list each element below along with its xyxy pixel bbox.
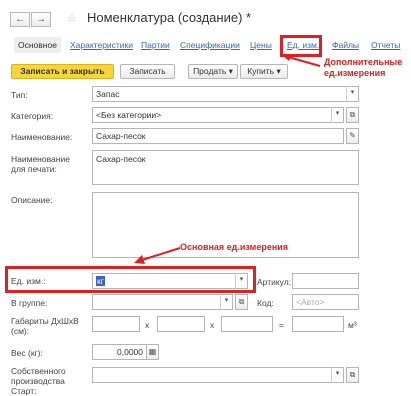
chevron-down-icon: ▾	[276, 66, 281, 76]
tab-prices[interactable]: Цены	[250, 40, 272, 50]
group-label: В группе:	[11, 298, 48, 308]
main-unit-note: Основная ед.измерения	[180, 242, 289, 252]
buy-label: Купить	[247, 66, 275, 76]
name-label: Наименование:	[11, 132, 73, 142]
eq-separator: =	[279, 320, 284, 330]
chevron-down-icon: ▾	[228, 66, 233, 76]
width-input[interactable]	[157, 316, 205, 332]
forward-button[interactable]: →	[31, 12, 51, 27]
sell-button[interactable]: Продать ▾	[188, 64, 238, 79]
open-icon[interactable]: ⧉	[346, 367, 359, 383]
tab-characteristics[interactable]: Характеристики	[70, 40, 133, 50]
volume-input[interactable]	[292, 316, 344, 332]
open-icon[interactable]: ⧉	[235, 294, 248, 310]
arrow-left-icon: ←	[15, 14, 25, 25]
tab-reports[interactable]: Отчеты	[371, 40, 400, 50]
star-icon[interactable]: ☆	[67, 12, 77, 25]
buy-button[interactable]: Купить ▾	[240, 64, 288, 79]
x-separator: х	[145, 320, 150, 330]
type-select[interactable]: Запас	[92, 86, 359, 102]
article-input[interactable]	[292, 273, 359, 289]
type-value: Запас	[96, 89, 120, 99]
article-label: Артикул:	[257, 277, 292, 287]
dims-label: Габариты ДхШхВ (см):	[11, 316, 79, 336]
save-close-button[interactable]: Записать и закрыть	[11, 64, 114, 79]
code-input[interactable]: <Авто>	[292, 294, 359, 310]
print-name-value: Сахар-песок	[96, 154, 146, 164]
chevron-down-icon[interactable]: ▾	[331, 107, 343, 123]
tab-batches[interactable]: Партии	[141, 40, 170, 50]
chevron-down-icon[interactable]: ▾	[220, 294, 232, 310]
tab-specifications[interactable]: Спецификации	[180, 40, 240, 50]
tab-files[interactable]: Файлы	[332, 40, 359, 50]
chevron-down-icon[interactable]: ▾	[346, 86, 358, 102]
chevron-down-icon[interactable]: ▾	[235, 273, 247, 289]
weight-value: 0,0000	[117, 347, 143, 357]
category-label: Категория:	[11, 111, 54, 121]
callout-arrow-main-unit	[134, 247, 181, 264]
volume-unit: м³	[348, 320, 357, 330]
unit-label: Ед. изм.:	[11, 276, 46, 286]
open-icon[interactable]: ⧉	[346, 107, 359, 123]
sell-label: Продать	[193, 66, 227, 76]
weight-input[interactable]: 0,0000	[92, 344, 147, 360]
category-value: <Без категории>	[96, 110, 162, 120]
height-input[interactable]	[221, 316, 273, 332]
name-input[interactable]: Сахар-песок	[92, 128, 344, 144]
name-value: Сахар-песок	[96, 131, 146, 141]
tab-main[interactable]: Основное	[14, 37, 61, 53]
code-label: Код:	[257, 298, 274, 308]
print-name-label: Наименование для печати:	[11, 154, 70, 174]
page-title: Номенклатура (создание) *	[87, 10, 252, 25]
calculator-icon[interactable]: ▦	[146, 344, 159, 360]
type-label: Тип:	[11, 90, 28, 100]
language-icon[interactable]: ✎	[346, 128, 359, 144]
group-select[interactable]	[92, 294, 233, 310]
unit-select[interactable]: кг	[92, 273, 248, 289]
unit-value: кг	[96, 276, 105, 286]
length-input[interactable]	[92, 316, 140, 332]
description-label: Описание:	[11, 195, 53, 205]
weight-label: Вес (кг):	[11, 348, 43, 358]
save-button[interactable]: Записать	[120, 64, 175, 79]
code-placeholder: <Авто>	[296, 297, 325, 307]
category-select[interactable]: <Без категории>	[92, 107, 344, 123]
arrow-right-icon: →	[36, 14, 46, 25]
x-separator: х	[210, 320, 215, 330]
own-production-label: Собственного производства Старт:	[11, 366, 66, 396]
print-name-input[interactable]: Сахар-песок	[92, 150, 359, 185]
own-production-select[interactable]	[92, 367, 344, 383]
extra-units-note: Дополнительные ед.измерения	[324, 57, 403, 78]
back-button[interactable]: ←	[10, 12, 30, 27]
chevron-down-icon[interactable]: ▾	[331, 367, 343, 383]
